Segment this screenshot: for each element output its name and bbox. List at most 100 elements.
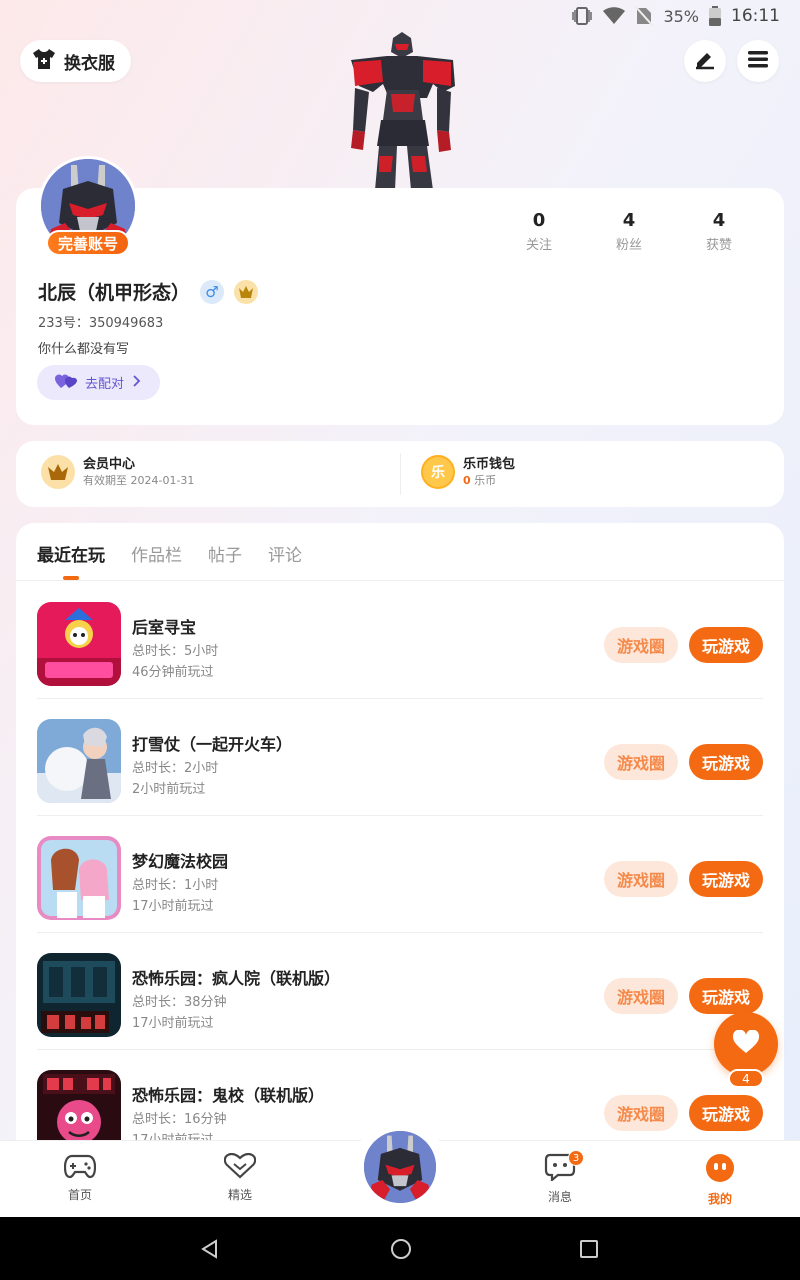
play-game-button[interactable]: 玩游戏 — [689, 861, 763, 897]
profile-stats: 0 关注 4 粉丝 4 获赞 — [494, 210, 764, 253]
play-game-button[interactable]: 玩游戏 — [689, 978, 763, 1014]
system-nav-bar — [0, 1217, 800, 1280]
game-circle-button[interactable]: 游戏圈 — [604, 1095, 678, 1131]
stat-following[interactable]: 0 关注 — [494, 210, 584, 253]
username: 北辰（机甲形态） — [38, 282, 191, 304]
nav-messages-label: 消息 — [547, 1190, 572, 1204]
menu-button[interactable] — [737, 40, 779, 82]
fans-label: 粉丝 — [615, 238, 642, 253]
divider — [400, 453, 401, 495]
game-title: 恐怖乐园：疯人院（联机版） — [132, 969, 341, 988]
game-icon — [37, 602, 121, 686]
play-game-button[interactable]: 玩游戏 — [689, 627, 763, 663]
male-gender-icon: ♂ — [200, 279, 225, 304]
chevron-right-icon — [132, 374, 142, 392]
wallet-unit: 乐币 — [474, 474, 497, 487]
stat-fans[interactable]: 4 粉丝 — [584, 210, 674, 253]
vip-center-title: 会员中心 — [83, 457, 136, 472]
game-icon — [37, 836, 121, 920]
match-label: 去配对 — [85, 377, 125, 392]
pencil-icon — [694, 48, 716, 74]
complete-account-badge[interactable]: 完善账号 — [46, 230, 130, 256]
no-sim-icon — [635, 6, 654, 26]
game-last-played: 2小时前玩过 — [132, 782, 206, 797]
tshirt-icon — [32, 48, 56, 75]
game-duration: 总时长：38分钟 — [132, 995, 227, 1010]
nav-center-avatar-button[interactable] — [361, 1128, 439, 1206]
nav-featured-label: 精选 — [227, 1188, 252, 1202]
wifi-icon — [603, 7, 626, 25]
change-outfit-label: 换衣服 — [64, 53, 115, 74]
tab-works[interactable]: 作品栏 — [131, 541, 182, 566]
name-row: 北辰（机甲形态） ♂ — [38, 278, 259, 305]
stat-likes[interactable]: 4 获赞 — [674, 210, 764, 253]
game-circle-button[interactable]: 游戏圈 — [604, 978, 678, 1014]
avatar-character-figure — [345, 30, 460, 190]
vibrate-icon — [571, 6, 593, 26]
crown-icon[interactable] — [234, 279, 259, 304]
game-title: 恐怖乐园：鬼校（联机版） — [132, 1086, 325, 1105]
following-count: 0 — [532, 210, 546, 231]
game-row[interactable]: 后室寻宝 总时长：5小时 46分钟前玩过 游戏圈 玩游戏 — [37, 582, 763, 699]
status-bar: 35% 16:11 — [0, 0, 800, 34]
nav-me-label: 我的 — [707, 1192, 732, 1206]
coin-wallet[interactable]: 乐 乐币钱包 0 乐币 — [421, 455, 515, 489]
menu-icon — [747, 49, 769, 73]
like-fab-button[interactable] — [714, 1012, 778, 1076]
fans-count: 4 — [622, 210, 636, 231]
vip-expiry: 有效期至 2024-01-31 — [83, 474, 195, 487]
nav-home-label: 首页 — [67, 1188, 92, 1202]
home-icon[interactable] — [390, 1238, 412, 1264]
heart-outline-icon — [223, 1152, 257, 1182]
crown-icon — [41, 455, 75, 489]
play-game-button[interactable]: 玩游戏 — [689, 744, 763, 780]
game-row[interactable]: 打雪仗（一起开火车） 总时长：2小时 2小时前玩过 游戏圈 玩游戏 — [37, 699, 763, 816]
wallet-balance: 0 乐币 — [463, 473, 515, 488]
coin-icon-char: 乐 — [431, 465, 445, 481]
game-icon — [37, 953, 121, 1037]
message-count-badge: 3 — [568, 1150, 584, 1166]
change-outfit-button[interactable]: 换衣服 — [20, 40, 131, 82]
game-circle-button[interactable]: 游戏圈 — [604, 744, 678, 780]
back-icon[interactable] — [200, 1239, 220, 1263]
tab-indicator — [63, 576, 79, 580]
likes-count: 4 — [712, 210, 726, 231]
content-panel: 最近在玩 作品栏 帖子 评论 后室寻宝 总时长：5小时 46分钟前玩过 游戏圈 … — [16, 523, 784, 1183]
nav-featured[interactable]: 精选 — [200, 1152, 280, 1203]
battery-percent: 35% — [663, 6, 699, 26]
game-duration: 总时长：1小时 — [132, 878, 219, 893]
nav-me[interactable]: 我的 — [680, 1153, 760, 1207]
game-duration: 总时长：2小时 — [132, 761, 219, 776]
nav-messages[interactable]: 消息 — [520, 1153, 600, 1205]
game-circle-button[interactable]: 游戏圈 — [604, 627, 678, 663]
tab-posts[interactable]: 帖子 — [208, 541, 242, 566]
nav-home[interactable]: 首页 — [40, 1153, 120, 1203]
double-heart-icon — [55, 373, 77, 393]
coin-icon: 乐 — [421, 455, 455, 489]
smiley-face-icon — [705, 1153, 735, 1186]
user-id: 233号：350949683 — [38, 316, 164, 331]
like-count-badge: 4 — [728, 1069, 764, 1088]
game-row[interactable]: 梦幻魔法校园 总时长：1小时 17小时前玩过 游戏圈 玩游戏 — [37, 816, 763, 933]
profile-avatar[interactable]: 完善账号 — [38, 156, 138, 256]
recents-icon[interactable] — [579, 1239, 599, 1263]
match-button[interactable]: 去配对 — [37, 365, 160, 400]
game-title: 后室寻宝 — [132, 618, 197, 637]
game-last-played: 17小时前玩过 — [132, 1016, 214, 1031]
tab-recently-played[interactable]: 最近在玩 — [37, 541, 105, 566]
vip-center[interactable]: 会员中心 有效期至 2024-01-31 — [41, 455, 194, 489]
game-circle-button[interactable]: 游戏圈 — [604, 861, 678, 897]
membership-card: 会员中心 有效期至 2024-01-31 乐 乐币钱包 0 乐币 — [16, 441, 784, 507]
game-title: 梦幻魔法校园 — [132, 852, 229, 871]
gamepad-icon — [63, 1153, 97, 1182]
tab-comments[interactable]: 评论 — [268, 541, 302, 566]
wallet-title: 乐币钱包 — [463, 457, 516, 472]
game-title: 打雪仗（一起开火车） — [132, 735, 293, 754]
clock: 16:11 — [731, 6, 780, 26]
game-duration: 总时长：16分钟 — [132, 1112, 227, 1127]
user-bio: 你什么都没有写 — [38, 342, 130, 357]
game-row[interactable]: 恐怖乐园：疯人院（联机版） 总时长：38分钟 17小时前玩过 游戏圈 玩游戏 — [37, 933, 763, 1050]
battery-icon — [709, 6, 721, 26]
play-game-button[interactable]: 玩游戏 — [689, 1095, 763, 1131]
edit-profile-button[interactable] — [684, 40, 726, 82]
